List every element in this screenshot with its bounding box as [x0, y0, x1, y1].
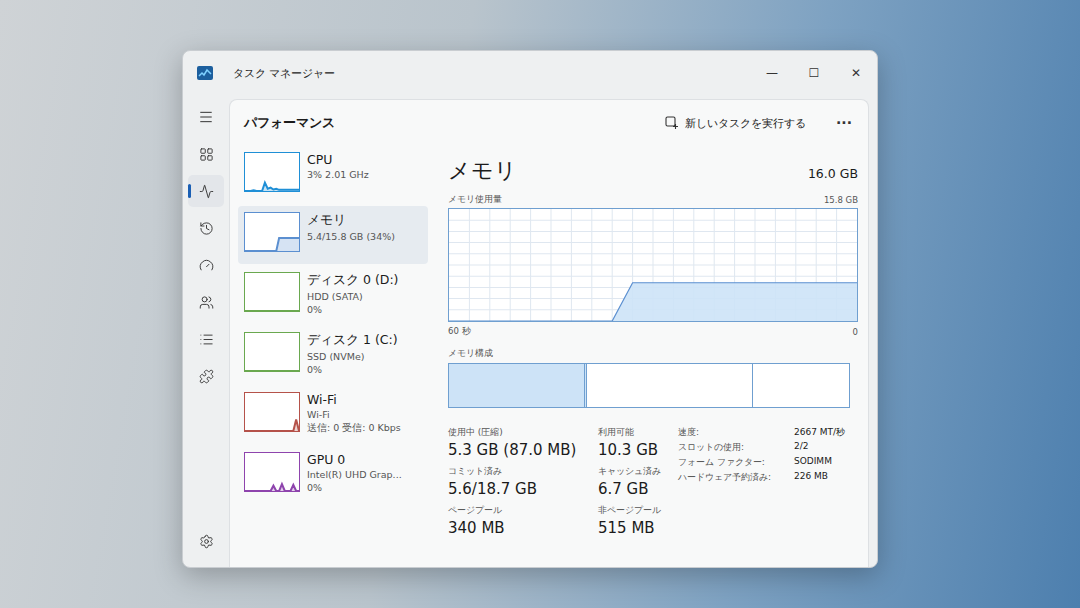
spec-value: 2/2 — [794, 441, 858, 454]
device-thumbnail-chart — [244, 452, 300, 492]
device-name: メモリ — [307, 212, 395, 229]
composition-segment — [587, 364, 753, 407]
details-icon — [199, 332, 214, 347]
gear-icon — [199, 534, 214, 549]
memory-usage-chart — [448, 208, 858, 322]
device-item[interactable]: ディスク 0 (D:) HDD (SATA) 0% — [238, 266, 428, 324]
device-name: GPU 0 — [307, 452, 402, 467]
desktop: タスク マネージャー —☐✕ パフォーマンス新しいタスクを実行する··· CPU 3% … — [0, 0, 1080, 608]
device-item[interactable]: GPU 0 Intel(R) UHD Grap... 0% — [238, 446, 428, 504]
device-item[interactable]: ディスク 1 (C:) SSD (NVMe) 0% — [238, 326, 428, 384]
memory-specs: 速度: 2667 MT/秒スロットの使用: 2/2 フォーム ファクター: SODIMM… — [678, 426, 858, 537]
device-subtitle: Intel(R) UHD Grap... — [307, 469, 402, 480]
device-value: 送信: 0 受信: 0 Kbps — [307, 422, 401, 435]
menu-button[interactable] — [188, 101, 224, 133]
memory-usage-area — [449, 283, 857, 321]
device-item[interactable]: Wi-Fi Wi-Fi 送信: 0 受信: 0 Kbps — [238, 386, 428, 444]
window-title: タスク マネージャー — [233, 66, 731, 81]
device-value: 0% — [307, 482, 402, 493]
page-title: パフォーマンス — [244, 115, 657, 132]
users-icon — [199, 295, 214, 310]
device-thumbnail-chart — [244, 272, 300, 312]
device-subtitle: 5.4/15.8 GB (34%) — [307, 231, 395, 242]
nav-rail-item[interactable] — [188, 175, 224, 207]
spec-value: SODIMM — [794, 456, 858, 469]
device-thumbnail-chart — [244, 152, 300, 192]
chart-label: メモリ使用量 — [448, 194, 502, 206]
device-subtitle: 3% 2.01 GHz — [307, 169, 369, 180]
more-button[interactable]: ··· — [814, 111, 858, 135]
nav-rail-item[interactable] — [188, 212, 224, 244]
memory-composition-bar — [448, 363, 850, 408]
device-name: CPU — [307, 152, 369, 167]
device-subtitle: HDD (SATA) — [307, 291, 399, 302]
detail-title: メモリ — [448, 156, 517, 186]
device-name: Wi-Fi — [307, 392, 401, 407]
stat: 非ページプール515 MB — [598, 504, 670, 537]
content-header: パフォーマンス新しいタスクを実行する··· — [230, 100, 868, 146]
device-item[interactable]: メモリ 5.4/15.8 GB (34%) — [238, 206, 428, 264]
stat: 利用可能10.3 GB — [598, 426, 670, 459]
stat: コミット済み5.6/18.7 GB — [448, 465, 594, 498]
device-subtitle: SSD (NVMe) — [307, 351, 398, 362]
device-value: 0% — [307, 364, 398, 375]
spec-value: 226 MB — [794, 471, 858, 484]
composition-segment — [449, 364, 585, 407]
detail-capacity: 16.0 GB — [808, 166, 858, 181]
chart-max-label: 15.8 GB — [824, 195, 858, 205]
chart-zero-label: 0 — [853, 327, 858, 337]
memory-detail: メモリ 16.0 GB メモリ使用量 15.8 GB 60 秒 0 メモリ構成使用中 (圧縮… — [448, 146, 858, 567]
stat: 使用中 (圧縮)5.3 GB (87.0 MB) — [448, 426, 594, 459]
title-bar: タスク マネージャー —☐✕ — [183, 51, 877, 95]
stat: キャッシュ済み6.7 GB — [598, 465, 670, 498]
performance-icon — [199, 184, 214, 199]
spec-label: フォーム ファクター: — [678, 456, 784, 469]
task-manager-app-icon — [197, 66, 213, 80]
device-name: ディスク 0 (D:) — [307, 272, 399, 289]
history-icon — [199, 221, 214, 236]
device-list: CPU 3% 2.01 GHz メモリ 5.4/15.8 GB (34%) ディスク 0… — [238, 146, 428, 567]
composition-label: メモリ構成 — [448, 348, 858, 360]
processes-icon — [199, 147, 214, 162]
device-item[interactable]: CPU 3% 2.01 GHz — [238, 146, 428, 204]
maximize-button[interactable]: ☐ — [793, 58, 835, 88]
stat: ページプール340 MB — [448, 504, 594, 537]
spec-label: スロットの使用: — [678, 441, 784, 454]
hamburger-icon — [198, 109, 214, 125]
startup-icon — [199, 258, 214, 273]
memory-stats: 使用中 (圧縮)5.3 GB (87.0 MB)利用可能10.3 GBコミット済… — [448, 426, 670, 537]
device-thumbnail-chart — [244, 212, 300, 252]
spec-label: ハードウェア予約済み: — [678, 471, 784, 484]
task-manager-window: タスク マネージャー —☐✕ パフォーマンス新しいタスクを実行する··· CPU 3% … — [182, 50, 878, 568]
nav-rail-item[interactable] — [188, 323, 224, 355]
minimize-button[interactable]: — — [751, 58, 793, 88]
content-panel: パフォーマンス新しいタスクを実行する··· CPU 3% 2.01 GHz メモリ 5.… — [229, 99, 869, 567]
nav-rail-item[interactable] — [188, 286, 224, 318]
spec-value: 2667 MT/秒 — [794, 426, 858, 439]
run-new-task-button[interactable]: 新しいタスクを実行する — [657, 112, 814, 135]
nav-rail — [183, 95, 229, 567]
close-button[interactable]: ✕ — [835, 58, 877, 88]
composition-segment — [753, 364, 849, 407]
device-subtitle: Wi-Fi — [307, 409, 401, 420]
device-value: 0% — [307, 304, 399, 315]
spec-label: 速度: — [678, 426, 784, 439]
services-icon — [199, 369, 214, 384]
nav-rail-item[interactable] — [188, 249, 224, 281]
new-task-icon — [665, 116, 679, 130]
device-thumbnail-chart — [244, 392, 300, 432]
window-controls: —☐✕ — [751, 58, 877, 88]
device-name: ディスク 1 (C:) — [307, 332, 398, 349]
nav-rail-item[interactable] — [188, 138, 224, 170]
device-thumbnail-chart — [244, 332, 300, 372]
nav-rail-item[interactable] — [188, 360, 224, 392]
settings-button[interactable] — [188, 525, 224, 557]
chart-time-label: 60 秒 — [448, 326, 471, 338]
